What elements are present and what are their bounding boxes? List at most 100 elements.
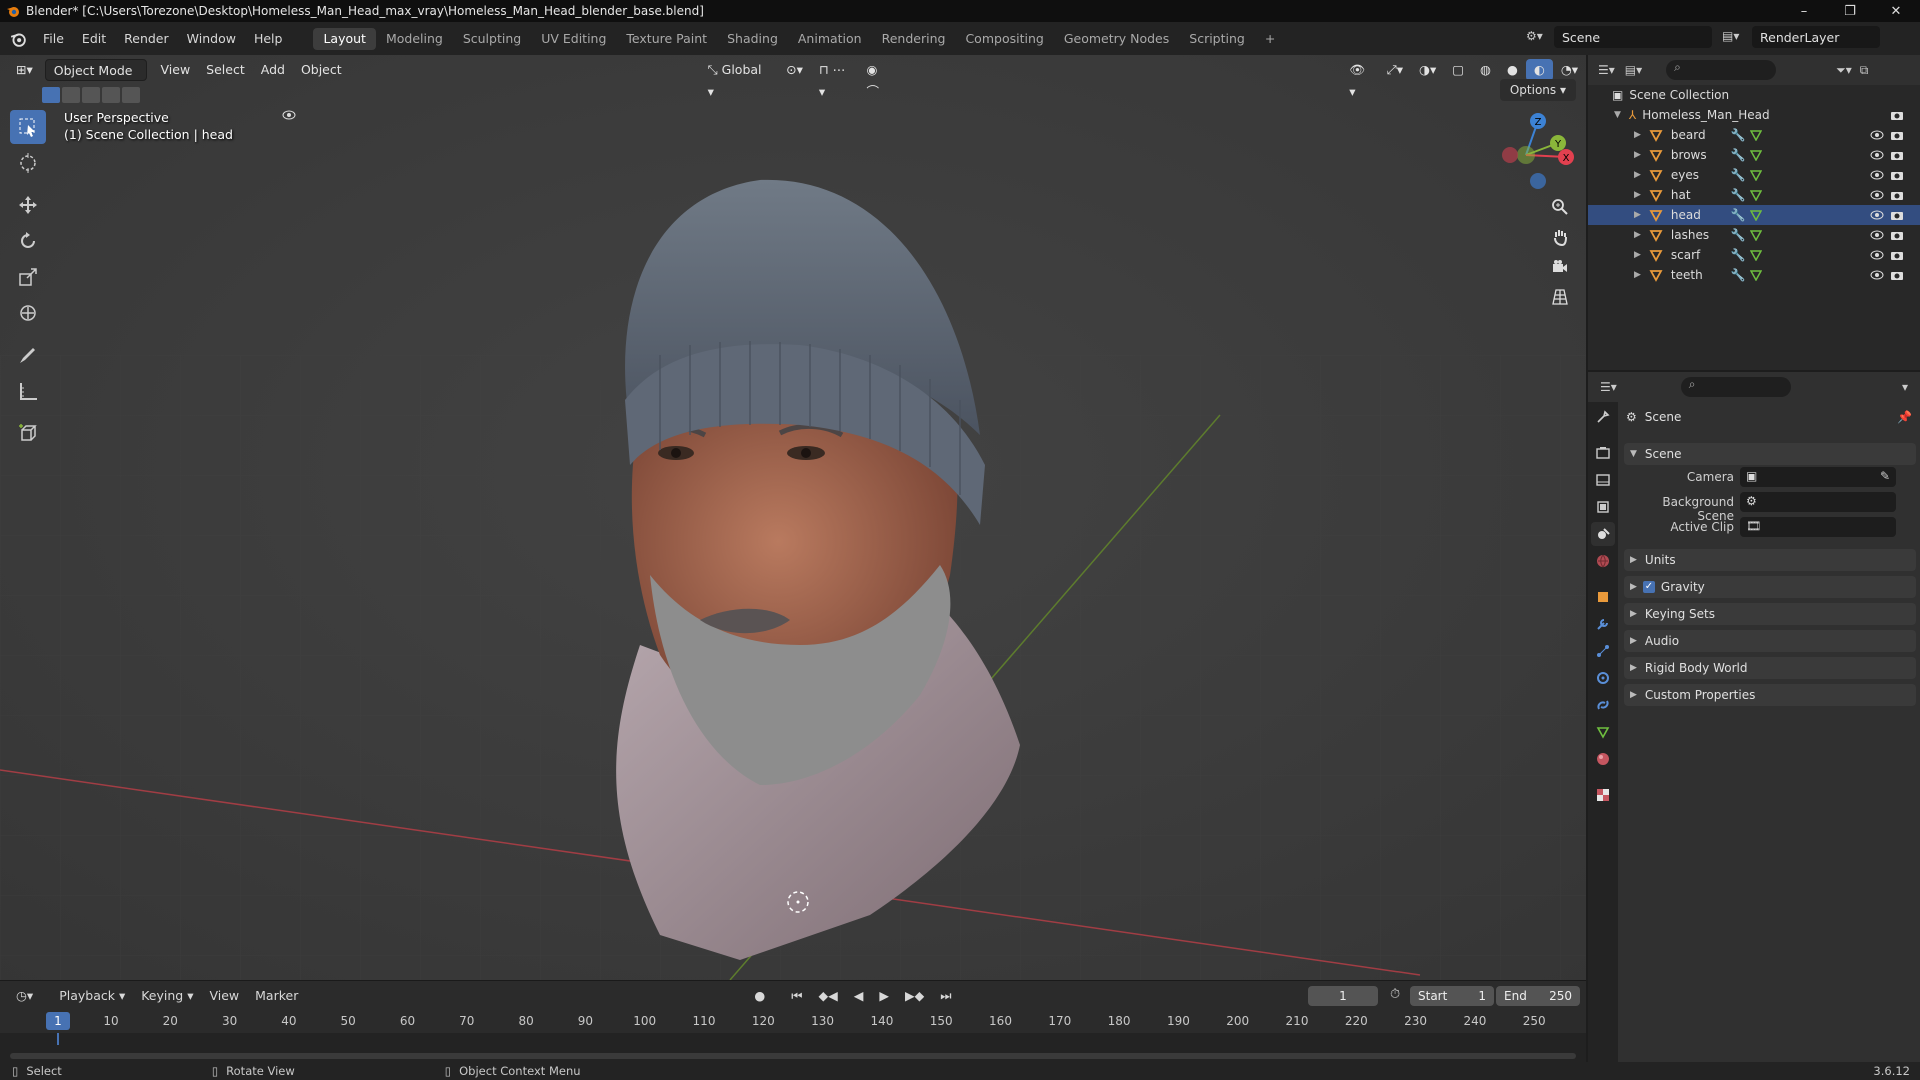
tab-rendering[interactable]: Rendering — [872, 28, 956, 50]
shading-material-icon[interactable]: ◐ — [1525, 59, 1553, 81]
properties-search[interactable]: ⌕ — [1680, 377, 1791, 397]
add-cube-tool[interactable] — [10, 416, 46, 450]
playhead[interactable]: 1 — [46, 1012, 70, 1030]
editor-type-button[interactable]: ⊞▾ — [8, 59, 41, 81]
mesh-data-icon[interactable] — [1749, 129, 1762, 141]
tab-world[interactable] — [1591, 549, 1615, 573]
mesh-data-icon[interactable] — [1749, 229, 1762, 241]
tab-object[interactable] — [1591, 585, 1615, 609]
view-layer-icon[interactable]: ▤▾ — [1722, 29, 1748, 47]
jump-end-button[interactable]: ⏭ — [932, 985, 959, 1007]
menu-timeline-view[interactable]: View — [201, 985, 247, 1007]
blender-menu-icon[interactable] — [10, 31, 26, 47]
snap-icon[interactable]: ⊓ ⋯▾ — [811, 59, 859, 99]
filter-icon[interactable]: ⏷▾ — [1836, 63, 1852, 78]
camera-view-button[interactable] — [1546, 253, 1574, 281]
background-scene-field[interactable]: ⚙ — [1740, 492, 1896, 512]
outliner-editor-type[interactable]: ☰▾ — [1598, 63, 1615, 77]
rotate-tool[interactable] — [10, 224, 46, 258]
menu-file[interactable]: File — [34, 28, 73, 50]
menu-select[interactable]: Select — [198, 59, 253, 81]
tab-texture-paint[interactable]: Texture Paint — [616, 28, 717, 50]
menu-playback[interactable]: Playback ▾ — [51, 985, 133, 1007]
modifier-wrench-icon[interactable]: 🔧 — [1731, 268, 1746, 282]
scale-tool[interactable] — [10, 260, 46, 294]
render-camera-icon[interactable] — [1890, 188, 1904, 202]
menu-object[interactable]: Object — [293, 59, 350, 81]
move-tool[interactable] — [10, 188, 46, 222]
3d-viewport[interactable]: ⊞▾ Object Mode ▾ View Select Add Object … — [0, 55, 1586, 980]
menu-window[interactable]: Window — [178, 28, 245, 50]
panel-keying-sets-header[interactable]: ▶ Keying Sets — [1624, 603, 1916, 625]
view-layer-field[interactable]: RenderLayer — [1752, 26, 1880, 48]
pan-button[interactable] — [1546, 223, 1574, 251]
tab-compositing[interactable]: Compositing — [955, 28, 1053, 50]
minimize-button[interactable]: – — [1784, 0, 1824, 22]
tab-data[interactable] — [1591, 720, 1615, 744]
tab-texture[interactable] — [1591, 783, 1615, 807]
mesh-data-icon[interactable] — [1749, 209, 1762, 221]
new-collection-icon[interactable]: ⧉ — [1860, 63, 1869, 78]
outliner-search[interactable]: ⌕ — [1666, 60, 1777, 80]
perspective-toggle-button[interactable] — [1546, 283, 1574, 311]
end-frame-field[interactable]: End 250 — [1496, 986, 1580, 1006]
mesh-data-icon[interactable] — [1749, 149, 1762, 161]
tab-shading[interactable]: Shading — [717, 28, 788, 50]
preview-range-icon[interactable]: ⏱ — [1390, 987, 1400, 1002]
tab-scripting[interactable]: Scripting — [1179, 28, 1255, 50]
cursor-tool[interactable] — [10, 146, 46, 180]
select-invert-icon[interactable] — [102, 87, 120, 103]
expand-right-icon[interactable]: ▶ — [1634, 150, 1641, 160]
tab-sculpting[interactable]: Sculpting — [453, 28, 531, 50]
outliner-item-brows[interactable]: ▶ brows 🔧 — [1588, 145, 1920, 165]
tab-material[interactable] — [1591, 747, 1615, 771]
panel-rigid-body-header[interactable]: ▶ Rigid Body World — [1624, 657, 1916, 679]
annotate-tool[interactable] — [10, 338, 46, 372]
shading-rendered-icon[interactable]: ◔▾ — [1553, 59, 1586, 81]
scene-selector-icon[interactable]: ⚙▾ — [1526, 29, 1552, 47]
frame-ruler[interactable]: 1 10 20 30 40 50 60 70 80 90 100 110 120 130 140 150 16… — [0, 1011, 1586, 1033]
maximize-button[interactable]: ❐ — [1830, 0, 1870, 22]
expand-right-icon[interactable]: ▶ — [1634, 230, 1641, 240]
record-button[interactable]: ● — [746, 985, 773, 1007]
panel-gravity-header[interactable]: ▶ ✓ Gravity — [1624, 576, 1916, 598]
tab-view-layer[interactable] — [1591, 495, 1615, 519]
modifier-wrench-icon[interactable]: 🔧 — [1731, 168, 1746, 182]
expand-right-icon[interactable]: ▶ — [1634, 210, 1641, 220]
menu-edit[interactable]: Edit — [73, 28, 115, 50]
render-camera-icon[interactable] — [1890, 168, 1904, 182]
properties-editor-type[interactable]: ☰▾ — [1600, 380, 1617, 394]
active-clip-field[interactable]: 🎞 — [1740, 517, 1896, 537]
visibility-eye-icon[interactable] — [1870, 228, 1884, 242]
panel-scene-header[interactable]: ▼ Scene — [1624, 443, 1916, 465]
tab-particles[interactable] — [1591, 639, 1615, 663]
add-workspace-button[interactable]: + — [1255, 28, 1285, 50]
mode-dropdown[interactable]: Object Mode ▾ — [44, 59, 147, 100]
render-camera-icon[interactable] — [1890, 148, 1904, 162]
prev-keyframe-button[interactable]: ◆◀ — [811, 985, 846, 1007]
outliner-item-teeth[interactable]: ▶ teeth 🔧 — [1588, 265, 1920, 285]
visibility-icon[interactable]: 👁▾ — [1341, 59, 1379, 99]
render-camera-icon[interactable] — [1890, 248, 1904, 262]
outliner-item-hat[interactable]: ▶ hat 🔧 — [1588, 185, 1920, 205]
menu-view[interactable]: View — [153, 59, 199, 81]
overlay-toggle-icon[interactable]: ◑▾ — [1411, 59, 1444, 81]
expand-right-icon[interactable]: ▶ — [1634, 270, 1641, 280]
gizmo-toggle-icon[interactable]: ⤢▾ — [1379, 59, 1411, 81]
expand-right-icon[interactable]: ▶ — [1634, 170, 1641, 180]
expand-down-icon[interactable]: ▼ — [1614, 110, 1621, 120]
gravity-checkbox[interactable]: ✓ — [1642, 581, 1655, 593]
modifier-wrench-icon[interactable]: 🔧 — [1731, 128, 1746, 142]
outliner-item-eyes[interactable]: ▶ eyes 🔧 — [1588, 165, 1920, 185]
select-extend-icon[interactable] — [62, 87, 80, 103]
menu-render[interactable]: Render — [115, 28, 178, 50]
tab-render[interactable] — [1591, 441, 1615, 465]
panel-units-header[interactable]: ▶ Units — [1624, 549, 1916, 571]
start-frame-field[interactable]: Start 1 — [1410, 986, 1494, 1006]
tab-modifiers[interactable] — [1591, 612, 1615, 636]
mesh-data-icon[interactable] — [1749, 249, 1762, 261]
outliner-item-scarf[interactable]: ▶ scarf 🔧 — [1588, 245, 1920, 265]
pin-icon[interactable]: 📌 — [1897, 410, 1912, 424]
xray-toggle-icon[interactable]: ▢ — [1444, 59, 1472, 81]
camera-field[interactable]: ▣ ✎ — [1740, 467, 1896, 487]
